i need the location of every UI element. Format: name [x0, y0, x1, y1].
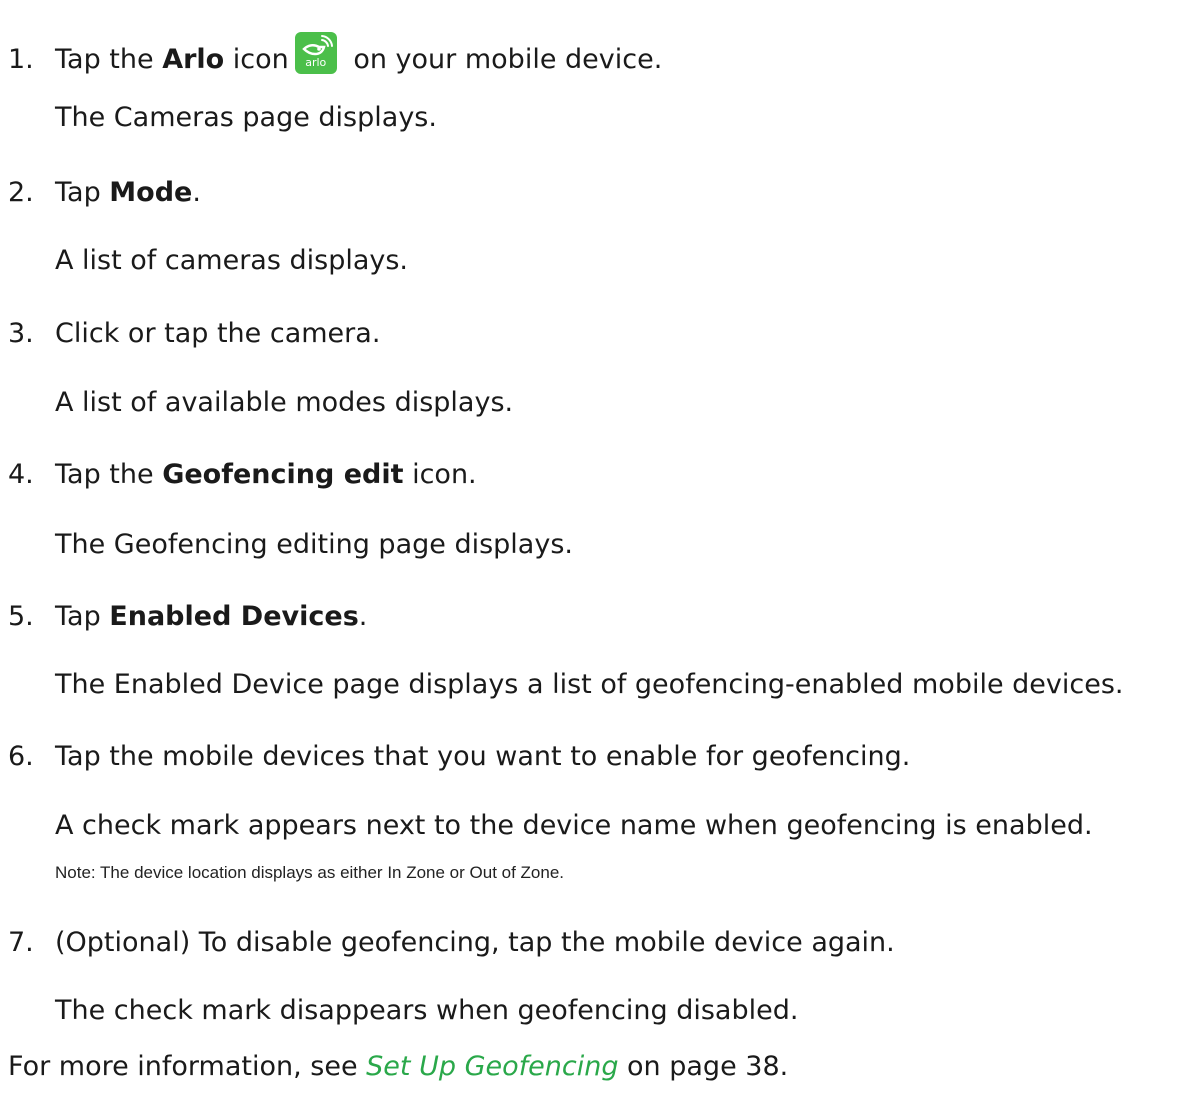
step-2-result: A list of cameras displays.: [55, 245, 409, 276]
step-bold: Arlo: [162, 44, 225, 75]
step-number: 5.: [8, 601, 34, 632]
more-info-line: For more information, see Set Up Geofenc…: [8, 1050, 788, 1084]
step-bold: Geofencing edit: [162, 459, 404, 490]
arlo-icon-word: arlo: [305, 56, 327, 69]
step-text-pre: Tap: [55, 177, 110, 208]
step-number: 2.: [8, 177, 34, 208]
step-text: Click or tap the camera.: [55, 318, 381, 349]
step-5-result: The Enabled Device page displays a list …: [55, 669, 1124, 700]
step-bold: Mode: [109, 177, 193, 208]
step-6-result: A check mark appears next to the device …: [55, 810, 1093, 841]
step-text: Tap the mobile devices that you want to …: [55, 741, 911, 772]
step-text-post: on your mobile device.: [344, 44, 663, 75]
step-1-result: The Cameras page displays.: [55, 102, 437, 133]
step-7-result: The check mark disappears when geofencin…: [55, 995, 799, 1026]
step-number: 3.: [8, 318, 34, 349]
step-text-post: .: [192, 177, 201, 208]
arlo-app-icon: arlo: [294, 32, 337, 74]
more-info-text-pre: For more information, see: [8, 1051, 367, 1082]
step-6: 6. Tap the mobile devices that you want t…: [8, 740, 910, 774]
step-2: 2. Tap Mode.: [8, 176, 201, 210]
step-bold: Enabled Devices: [109, 601, 359, 632]
step-5: 5. Tap Enabled Devices.: [8, 600, 367, 634]
step-text-pre: Tap the: [55, 459, 163, 490]
step-6-note: Note: The device location displays as ei…: [55, 863, 565, 882]
step-7: 7. (Optional) To disable geofencing, tap …: [8, 926, 895, 960]
step-text: (Optional) To disable geofencing, tap th…: [55, 927, 895, 958]
step-3: 3. Click or tap the camera.: [8, 317, 380, 351]
step-number: 7.: [8, 927, 34, 958]
more-info-text-post: on page 38.: [618, 1051, 789, 1082]
step-4: 4. Tap the Geofencing edit icon.: [8, 458, 477, 492]
step-4-result: The Geofencing editing page displays.: [55, 529, 573, 560]
step-3-result: A list of available modes displays.: [55, 387, 514, 418]
step-number: 6.: [8, 741, 34, 772]
step-text-post: icon.: [403, 459, 477, 490]
step-text-pre: Tap the: [55, 44, 163, 75]
step-text-mid: icon: [224, 44, 289, 75]
step-number: 1.: [8, 44, 34, 75]
step-1: 1. Tap the Arlo icon arlo on your mobile …: [8, 32, 662, 77]
set-up-geofencing-link[interactable]: Set Up Geofencing: [366, 1051, 618, 1082]
step-number: 4.: [8, 459, 34, 490]
step-text-pre: Tap: [55, 601, 110, 632]
step-text-post: .: [358, 601, 368, 632]
